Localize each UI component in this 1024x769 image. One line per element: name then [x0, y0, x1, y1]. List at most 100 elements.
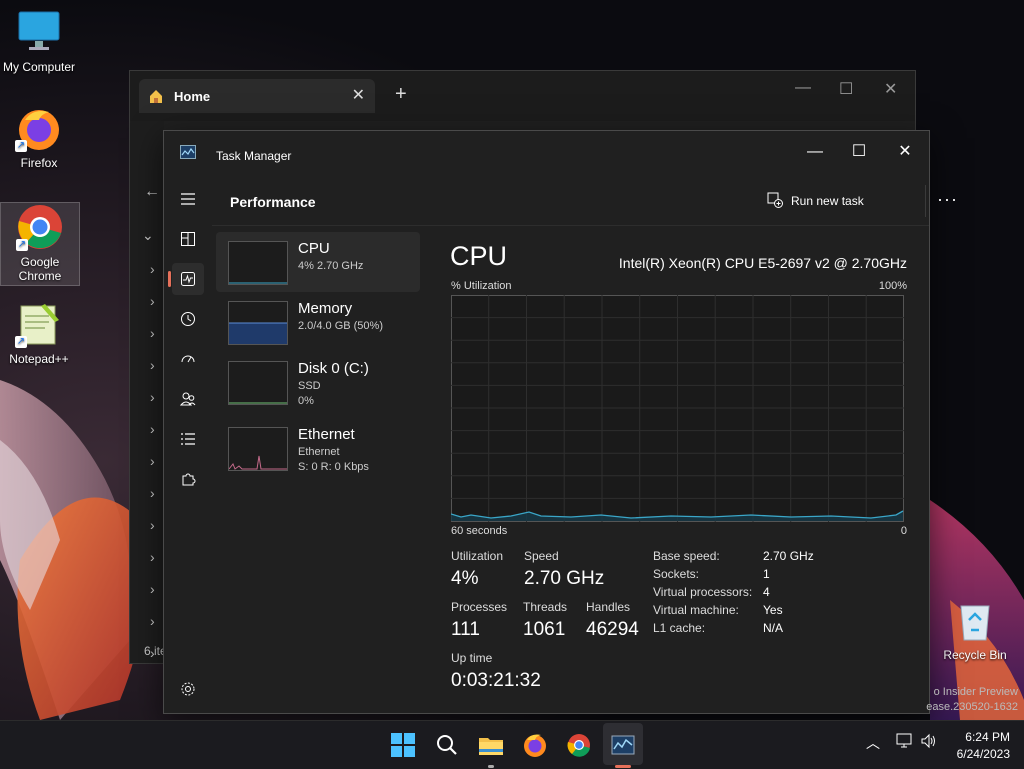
nav-users[interactable] — [172, 383, 204, 415]
desktop-icon-my-computer[interactable]: My Computer — [0, 8, 78, 74]
shortcut-arrow-icon: ↗ — [15, 140, 27, 152]
active-indicator — [168, 271, 171, 287]
nav-app-history[interactable] — [172, 303, 204, 335]
max-percent-label: 100% — [878, 280, 907, 292]
details-list-icon — [181, 433, 195, 445]
hamburger-menu-button[interactable] — [172, 183, 204, 215]
history-icon — [181, 312, 195, 326]
handles-value: 46294 — [586, 619, 639, 640]
nav-performance[interactable] — [168, 263, 204, 295]
more-options-button[interactable]: ··· — [937, 189, 958, 210]
close-tab-icon[interactable]: ✕ — [352, 85, 365, 105]
search-icon — [437, 735, 457, 755]
system-clock[interactable]: 6:24 PM 6/24/2023 — [944, 730, 1010, 761]
navigation-rail — [164, 177, 212, 713]
cpu-thumbnail-graph — [228, 241, 288, 285]
chevron-right-icon[interactable]: › — [150, 357, 155, 373]
nav-processes[interactable] — [172, 223, 204, 255]
network-icon[interactable] — [896, 733, 914, 752]
folder-icon — [479, 738, 503, 755]
l1-cache-value: N/A — [763, 621, 784, 635]
clock-time: 6:24 PM — [965, 730, 1010, 744]
chevron-up-icon[interactable]: ︿ — [866, 733, 880, 753]
taskbar-firefox[interactable] — [519, 729, 551, 761]
chevron-down-icon[interactable]: ⌄ — [142, 227, 154, 244]
chevron-right-icon[interactable]: › — [150, 421, 155, 437]
back-arrow-icon[interactable]: ← — [144, 183, 160, 201]
minimize-button[interactable]: — — [792, 137, 838, 167]
chevron-right-icon[interactable]: › — [150, 613, 155, 629]
close-button[interactable]: ✕ — [882, 137, 928, 167]
desktop-icon-recycle-bin[interactable]: Recycle Bin — [936, 596, 1014, 662]
window-title: Task Manager — [216, 149, 292, 163]
explorer-close-button[interactable]: ✕ — [884, 79, 897, 99]
windows-logo-icon — [391, 733, 415, 757]
resource-item-disk[interactable]: Disk 0 (C:) SSD 0% — [216, 352, 420, 412]
taskbar-file-explorer[interactable] — [475, 729, 507, 761]
virtual-processors-value: 4 — [763, 585, 770, 599]
sockets-label: Sockets: — [653, 567, 700, 581]
shortcut-arrow-icon: ↗ — [15, 336, 27, 348]
resource-name: CPU — [298, 240, 330, 257]
desktop-icon-label: Recycle Bin — [943, 648, 1007, 662]
base-speed-label: Base speed: — [653, 549, 720, 563]
task-manager-icon — [611, 735, 635, 755]
run-new-task-icon — [767, 192, 783, 208]
taskbar-chrome[interactable] — [563, 729, 595, 761]
desktop-icon-notepad-plus-plus[interactable]: ↗ Notepad++ — [0, 300, 78, 366]
chevron-right-icon[interactable]: › — [150, 293, 155, 309]
handles-label: Handles — [586, 600, 631, 614]
resource-detail: SSD — [298, 380, 321, 392]
chevron-right-icon[interactable]: › — [150, 549, 155, 565]
chevron-right-icon[interactable]: › — [150, 261, 155, 277]
chevron-right-icon[interactable]: › — [150, 453, 155, 469]
resource-item-memory[interactable]: Memory 2.0/4.0 GB (50%) — [216, 292, 420, 352]
processes-label: Processes — [451, 600, 508, 614]
resource-item-ethernet[interactable]: Ethernet Ethernet S: 0 R: 0 Kbps — [216, 418, 420, 478]
time-axis-label: 60 seconds — [451, 525, 508, 537]
utilization-value: 4% — [451, 568, 479, 589]
maximize-button[interactable]: ☐ — [836, 137, 882, 167]
uptime-label: Up time — [451, 651, 493, 665]
chrome-icon — [567, 734, 590, 757]
speed-value: 2.70 GHz — [524, 568, 605, 589]
chevron-right-icon[interactable]: › — [150, 325, 155, 341]
ethernet-thumbnail-graph — [228, 427, 288, 471]
resource-name: Memory — [298, 300, 353, 317]
nav-settings[interactable] — [172, 673, 204, 705]
chevron-right-icon[interactable]: › — [150, 485, 155, 501]
insider-watermark-line1: o Insider Preview — [933, 686, 1018, 698]
chevron-right-icon[interactable]: › — [150, 517, 155, 533]
header-separator — [925, 185, 926, 217]
chevron-right-icon[interactable]: › — [150, 581, 155, 597]
chevron-right-icon[interactable]: › — [150, 389, 155, 405]
start-button[interactable] — [387, 729, 419, 761]
nav-services[interactable] — [172, 463, 204, 495]
desktop-icon-label: My Computer — [2, 60, 76, 74]
explorer-titlebar: Home ✕ + — ☐ ✕ — [130, 71, 915, 121]
taskbar: ︿ 6:24 PM 6/24/2023 — [0, 720, 1024, 769]
volume-icon[interactable] — [920, 733, 938, 752]
explorer-tab-label: Home — [174, 89, 211, 104]
processes-value: 111 — [451, 619, 480, 640]
hamburger-icon — [181, 193, 195, 205]
explorer-maximize-button[interactable]: ☐ — [839, 79, 853, 99]
cpu-panel-title: CPU — [450, 241, 508, 271]
firefox-icon: ↗ — [15, 104, 63, 152]
min-axis-label: 0 — [900, 525, 907, 537]
desktop-icon-firefox[interactable]: ↗ Firefox — [0, 104, 78, 170]
recycle-bin-icon — [951, 596, 999, 644]
home-icon — [148, 88, 164, 109]
taskbar-task-manager[interactable] — [607, 729, 639, 761]
explorer-tab-home[interactable]: Home ✕ — [139, 79, 375, 113]
search-button[interactable] — [431, 729, 463, 761]
task-manager-window[interactable]: Task Manager — ☐ ✕ Performance Run new t… — [163, 130, 957, 714]
speedometer-icon — [181, 355, 195, 363]
nav-details[interactable] — [172, 423, 204, 455]
resource-item-cpu[interactable]: CPU 4% 2.70 GHz — [216, 232, 420, 292]
desktop-icon-google-chrome[interactable]: ↗ Google Chrome — [0, 202, 80, 286]
resource-detail-2: 0% — [298, 395, 314, 407]
nav-startup-apps[interactable] — [172, 343, 204, 375]
explorer-minimize-button[interactable]: — — [795, 79, 811, 97]
new-tab-button[interactable]: + — [395, 83, 407, 106]
